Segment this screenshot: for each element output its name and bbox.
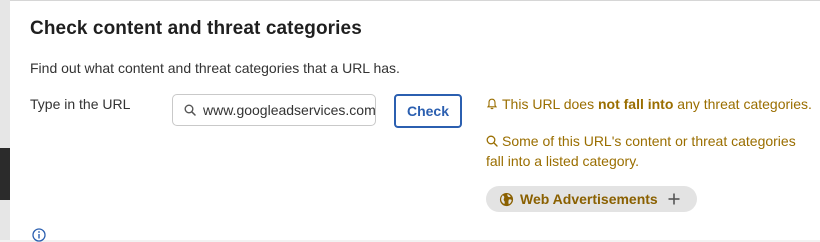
- check-categories-panel: Check content and threat categories Find…: [10, 0, 820, 242]
- threat-text-suffix: any threat categories.: [673, 96, 812, 112]
- threat-text-bold: not fall into: [597, 96, 674, 112]
- divider: [10, 0, 820, 1]
- bell-icon: [486, 98, 498, 110]
- category-chip-web-advertisements[interactable]: Web Advertisements: [486, 186, 697, 212]
- url-field-label: Type in the URL: [30, 96, 131, 112]
- section-title: Check content and threat categories: [30, 18, 362, 39]
- url-search-box[interactable]: [172, 94, 376, 126]
- check-button[interactable]: Check: [394, 94, 462, 128]
- content-result: Some of this URL's content or threat cat…: [486, 131, 816, 171]
- plus-icon[interactable]: [668, 193, 680, 205]
- category-chip-label: Web Advertisements: [520, 191, 658, 207]
- search-icon: [184, 104, 196, 116]
- section-description: Find out what content and threat categor…: [30, 60, 400, 76]
- content-result-text: Some of this URL's content or threat cat…: [486, 133, 796, 169]
- left-edge-dark-block: [0, 148, 10, 200]
- globe-icon: [499, 192, 514, 206]
- url-input[interactable]: [203, 95, 375, 125]
- search-icon: [486, 135, 498, 147]
- threat-text-prefix: This URL does: [502, 96, 598, 112]
- threat-result: This URL does not fall into any threat c…: [486, 96, 812, 112]
- left-edge-strip: [0, 0, 10, 240]
